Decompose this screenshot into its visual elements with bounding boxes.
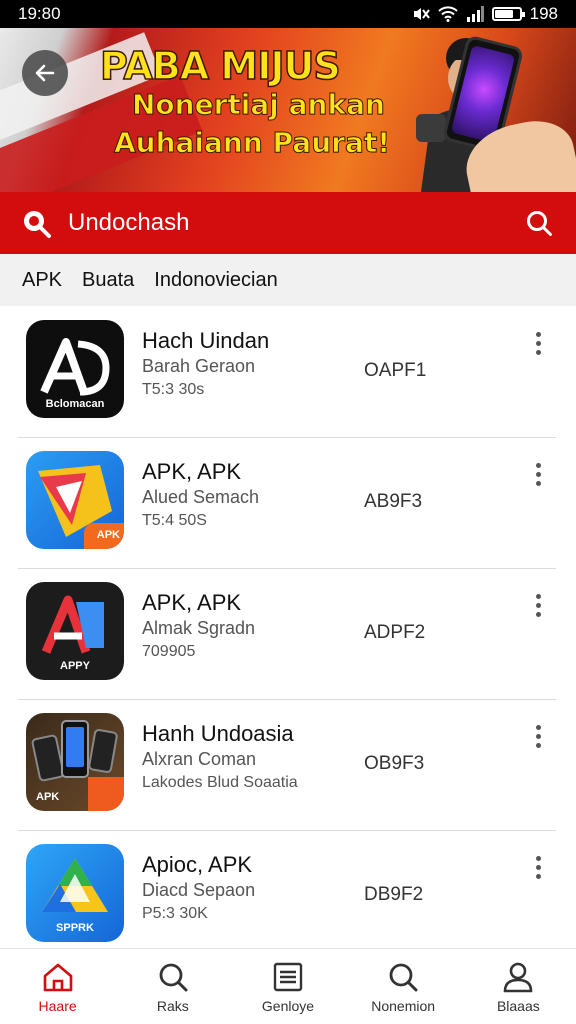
list-item[interactable]: Bclomacan Hach Uindan Barah Geraon T5:3 …	[0, 306, 576, 437]
app-code: DB9F2	[364, 884, 424, 905]
more-options-button[interactable]	[528, 856, 548, 886]
apk-a-icon: APPY	[26, 582, 124, 680]
home-icon	[43, 963, 72, 991]
search-icon	[24, 211, 51, 238]
profile-icon	[504, 962, 533, 992]
folder-arrow-icon: APK	[26, 451, 124, 549]
app-title: APK, APK	[142, 459, 242, 484]
banner-headline: PABA MIJUS Nonertiaj ankan Auhaiann Paur…	[99, 44, 410, 162]
nav-list[interactable]: Genloye	[238, 960, 338, 1014]
banner-line-2: Nonertiaj ankan	[132, 88, 386, 122]
icon-caption: APK	[96, 529, 120, 541]
app-list: Bclomacan Hach Uindan Barah Geraon T5:3 …	[0, 306, 576, 948]
nav-search[interactable]: Raks	[123, 960, 223, 1014]
tab-indonesian[interactable]: Indonoviecian	[154, 269, 277, 292]
app-code: OB9F3	[364, 753, 425, 774]
app-subtitle: Diacd Sepaon	[142, 880, 256, 900]
status-bar: 19:80 198	[0, 0, 576, 28]
search-input[interactable]: Undochash	[68, 209, 522, 237]
battery-level: 198	[529, 4, 558, 23]
triangle-logo-icon: SPPRK	[26, 844, 124, 942]
status-icons: 198	[410, 4, 558, 24]
nav-label: Raks	[156, 997, 189, 1014]
category-tabs: APK Buata Indonoviecian	[0, 254, 576, 306]
app-subtitle: Barah Geraon	[142, 356, 256, 376]
nav-discover[interactable]: Nonemion	[353, 960, 453, 1014]
back-button[interactable]	[22, 50, 68, 96]
back-arrow-icon	[35, 64, 55, 82]
app-title: Apioc, APK	[142, 852, 253, 877]
magnifier-icon	[527, 211, 552, 236]
a-logo-icon: Bclomacan	[26, 320, 124, 418]
nav-home[interactable]: Haare	[8, 960, 108, 1014]
search-bar[interactable]: Undochash	[0, 192, 576, 254]
app-meta: 709905	[142, 643, 196, 660]
bottom-navigation: Haare Raks Genloye Nonemion Blaaas	[0, 948, 576, 1024]
more-options-button[interactable]	[528, 725, 548, 755]
more-options-button[interactable]	[528, 463, 548, 493]
list-item[interactable]: APK Hanh Undoasia Alxran Coman Lakodes B…	[0, 699, 576, 830]
app-code: OAPF1	[364, 360, 427, 381]
phones-icon: APK	[26, 713, 124, 811]
app-subtitle: Alued Semach	[142, 487, 260, 507]
app-meta: Lakodes Blud Soaatia	[142, 774, 298, 791]
app-meta: P5:3 30K	[142, 905, 208, 922]
list-item[interactable]: SPPRK Apioc, APK Diacd Sepaon P5:3 30K D…	[0, 830, 576, 948]
icon-caption: APK	[36, 791, 60, 803]
search-button[interactable]	[522, 206, 556, 240]
wifi-icon	[437, 6, 458, 22]
app-meta: T5:3 30s	[142, 381, 205, 398]
app-subtitle: Almak Sgradn	[142, 618, 256, 638]
app-meta: T5:4 50S	[142, 512, 207, 529]
battery-icon	[491, 7, 525, 21]
app-subtitle: Alxran Coman	[142, 749, 257, 769]
app-title: APK, APK	[142, 590, 242, 615]
nav-label: Haare	[38, 997, 77, 1014]
tab-apk[interactable]: APK	[22, 269, 62, 292]
app-code: ADPF2	[364, 622, 426, 643]
more-options-button[interactable]	[528, 332, 548, 362]
list-item[interactable]: APPY APK, APK Almak Sgradn 709905 ADPF2	[0, 568, 576, 699]
icon-caption: APPY	[60, 660, 90, 672]
list-icon	[273, 962, 303, 991]
nav-label: Blaaas	[496, 997, 540, 1014]
nav-label: Nonemion	[371, 997, 436, 1014]
status-time: 19:80	[18, 4, 61, 23]
search-icon	[389, 963, 418, 991]
icon-caption: Bclomacan	[45, 398, 105, 410]
app-title: Hach Uindan	[142, 328, 270, 353]
banner-line-3: Auhaiann Paurat!	[114, 126, 391, 160]
nav-profile[interactable]: Blaaas	[468, 960, 568, 1014]
tab-buata[interactable]: Buata	[82, 269, 134, 292]
list-item[interactable]: APK APK, APK Alued Semach T5:4 50S AB9F3	[0, 437, 576, 568]
search-icon	[159, 963, 188, 991]
app-title: Hanh Undoasia	[142, 721, 294, 746]
banner-line-1: PABA MIJUS	[99, 44, 341, 88]
signal-icon	[466, 6, 484, 22]
icon-caption: SPPRK	[56, 922, 94, 934]
promo-banner[interactable]: PABA MIJUS Nonertiaj ankan Auhaiann Paur…	[0, 28, 576, 192]
nav-label: Genloye	[261, 997, 315, 1014]
app-code: AB9F3	[364, 491, 423, 512]
mute-icon	[413, 8, 430, 20]
more-options-button[interactable]	[528, 594, 548, 624]
